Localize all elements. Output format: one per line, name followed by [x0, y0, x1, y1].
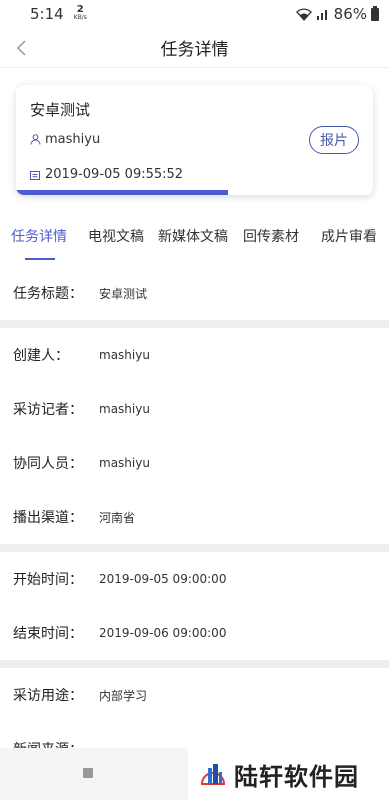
- network-speed-unit: KB/s: [73, 14, 87, 21]
- detail-label: 播出渠道：: [13, 510, 83, 526]
- detail-label: 结束时间：: [13, 626, 83, 642]
- calendar-icon: [30, 170, 40, 180]
- detail-row-collaborator: 协同人员： mashiyu: [0, 436, 389, 490]
- section-divider: [0, 660, 389, 668]
- tab-new-media-script[interactable]: 新媒体文稿: [158, 226, 228, 246]
- tab-tv-script-label: 电视文稿: [88, 229, 144, 245]
- task-progress-fill: [16, 190, 229, 195]
- status-right: 86%: [295, 5, 379, 23]
- detail-list: 任务标题： 安卓测试 创建人： mashiyu 采访记者： mashiyu 协同…: [0, 266, 389, 776]
- detail-row-purpose: 采访用途： 内部学习: [0, 668, 389, 722]
- detail-label: 协同人员：: [13, 456, 83, 472]
- detail-tabs: 任务详情 电视文稿 新媒体文稿 回传素材 成片审看: [0, 220, 389, 260]
- detail-value: 安卓测试: [99, 286, 148, 301]
- detail-row-creator: 创建人： mashiyu: [0, 328, 389, 382]
- detail-value: 2019-09-06 09:00:00: [99, 626, 227, 640]
- chevron-left-icon: [16, 40, 26, 56]
- detail-label: 开始时间：: [13, 572, 83, 588]
- detail-row-end-time: 结束时间： 2019-09-06 09:00:00: [0, 606, 389, 660]
- battery-percent: 86%: [333, 5, 367, 23]
- building-logo-icon: [200, 764, 226, 785]
- task-progress-bar: [16, 190, 373, 195]
- detail-value: 内部学习: [99, 688, 148, 703]
- section-divider: [0, 320, 389, 328]
- detail-row-channel: 播出渠道： 河南省: [0, 490, 389, 544]
- person-icon: [30, 134, 41, 145]
- detail-value: mashiyu: [99, 348, 150, 362]
- tab-task-detail[interactable]: 任务详情: [11, 226, 67, 260]
- tab-returned-footage-label: 回传素材: [243, 229, 299, 245]
- tab-final-review-label: 成片审看: [321, 229, 377, 245]
- task-card-creator: mashiyu: [30, 132, 100, 147]
- detail-row-reporter: 采访记者： mashiyu: [0, 382, 389, 436]
- tab-new-media-script-label: 新媒体文稿: [158, 229, 228, 245]
- detail-value: mashiyu: [99, 402, 150, 416]
- task-card-date: 2019-09-05 09:55:52: [30, 167, 183, 182]
- tab-returned-footage[interactable]: 回传素材: [243, 226, 299, 246]
- task-card-title: 安卓测试: [30, 101, 91, 119]
- signal-icon: [316, 10, 327, 20]
- tab-tv-script[interactable]: 电视文稿: [88, 226, 144, 246]
- report-button[interactable]: 报片: [309, 126, 359, 154]
- tab-task-detail-label: 任务详情: [11, 229, 67, 245]
- task-card-datetime: 2019-09-05 09:55:52: [45, 167, 184, 182]
- home-button[interactable]: [83, 768, 93, 778]
- detail-value: 2019-09-05 09:00:00: [99, 572, 227, 586]
- detail-label: 采访记者：: [13, 402, 83, 418]
- detail-value: 河南省: [99, 510, 136, 525]
- back-button[interactable]: [10, 36, 34, 60]
- task-card[interactable]: 安卓测试 mashiyu 2019-09-05 09:55:52 报片: [16, 85, 373, 195]
- detail-value: mashiyu: [99, 456, 150, 470]
- status-time: 5:14: [30, 5, 64, 23]
- network-speed-value: 2: [76, 4, 84, 15]
- detail-row-task-title: 任务标题： 安卓测试: [0, 266, 389, 320]
- detail-label: 任务标题：: [13, 286, 83, 302]
- detail-label: 创建人：: [13, 348, 69, 364]
- task-card-creator-name: mashiyu: [45, 132, 101, 147]
- battery-icon: [371, 5, 379, 21]
- section-divider: [0, 544, 389, 552]
- network-speed: 2 KB/s: [73, 4, 87, 22]
- watermark-text: 陆轩软件园: [234, 762, 359, 791]
- tab-final-review[interactable]: 成片审看: [321, 226, 377, 246]
- wifi-icon: [295, 7, 312, 21]
- nav-bar: 任务详情: [0, 28, 389, 68]
- status-bar: 5:14 2 KB/s 86%: [0, 0, 389, 28]
- detail-row-start-time: 开始时间： 2019-09-05 09:00:00: [0, 552, 389, 606]
- tab-active-indicator: [25, 258, 55, 260]
- watermark-logo: 陆轩软件园: [188, 748, 389, 800]
- page-title: 任务详情: [160, 40, 229, 60]
- detail-label: 采访用途：: [13, 688, 83, 704]
